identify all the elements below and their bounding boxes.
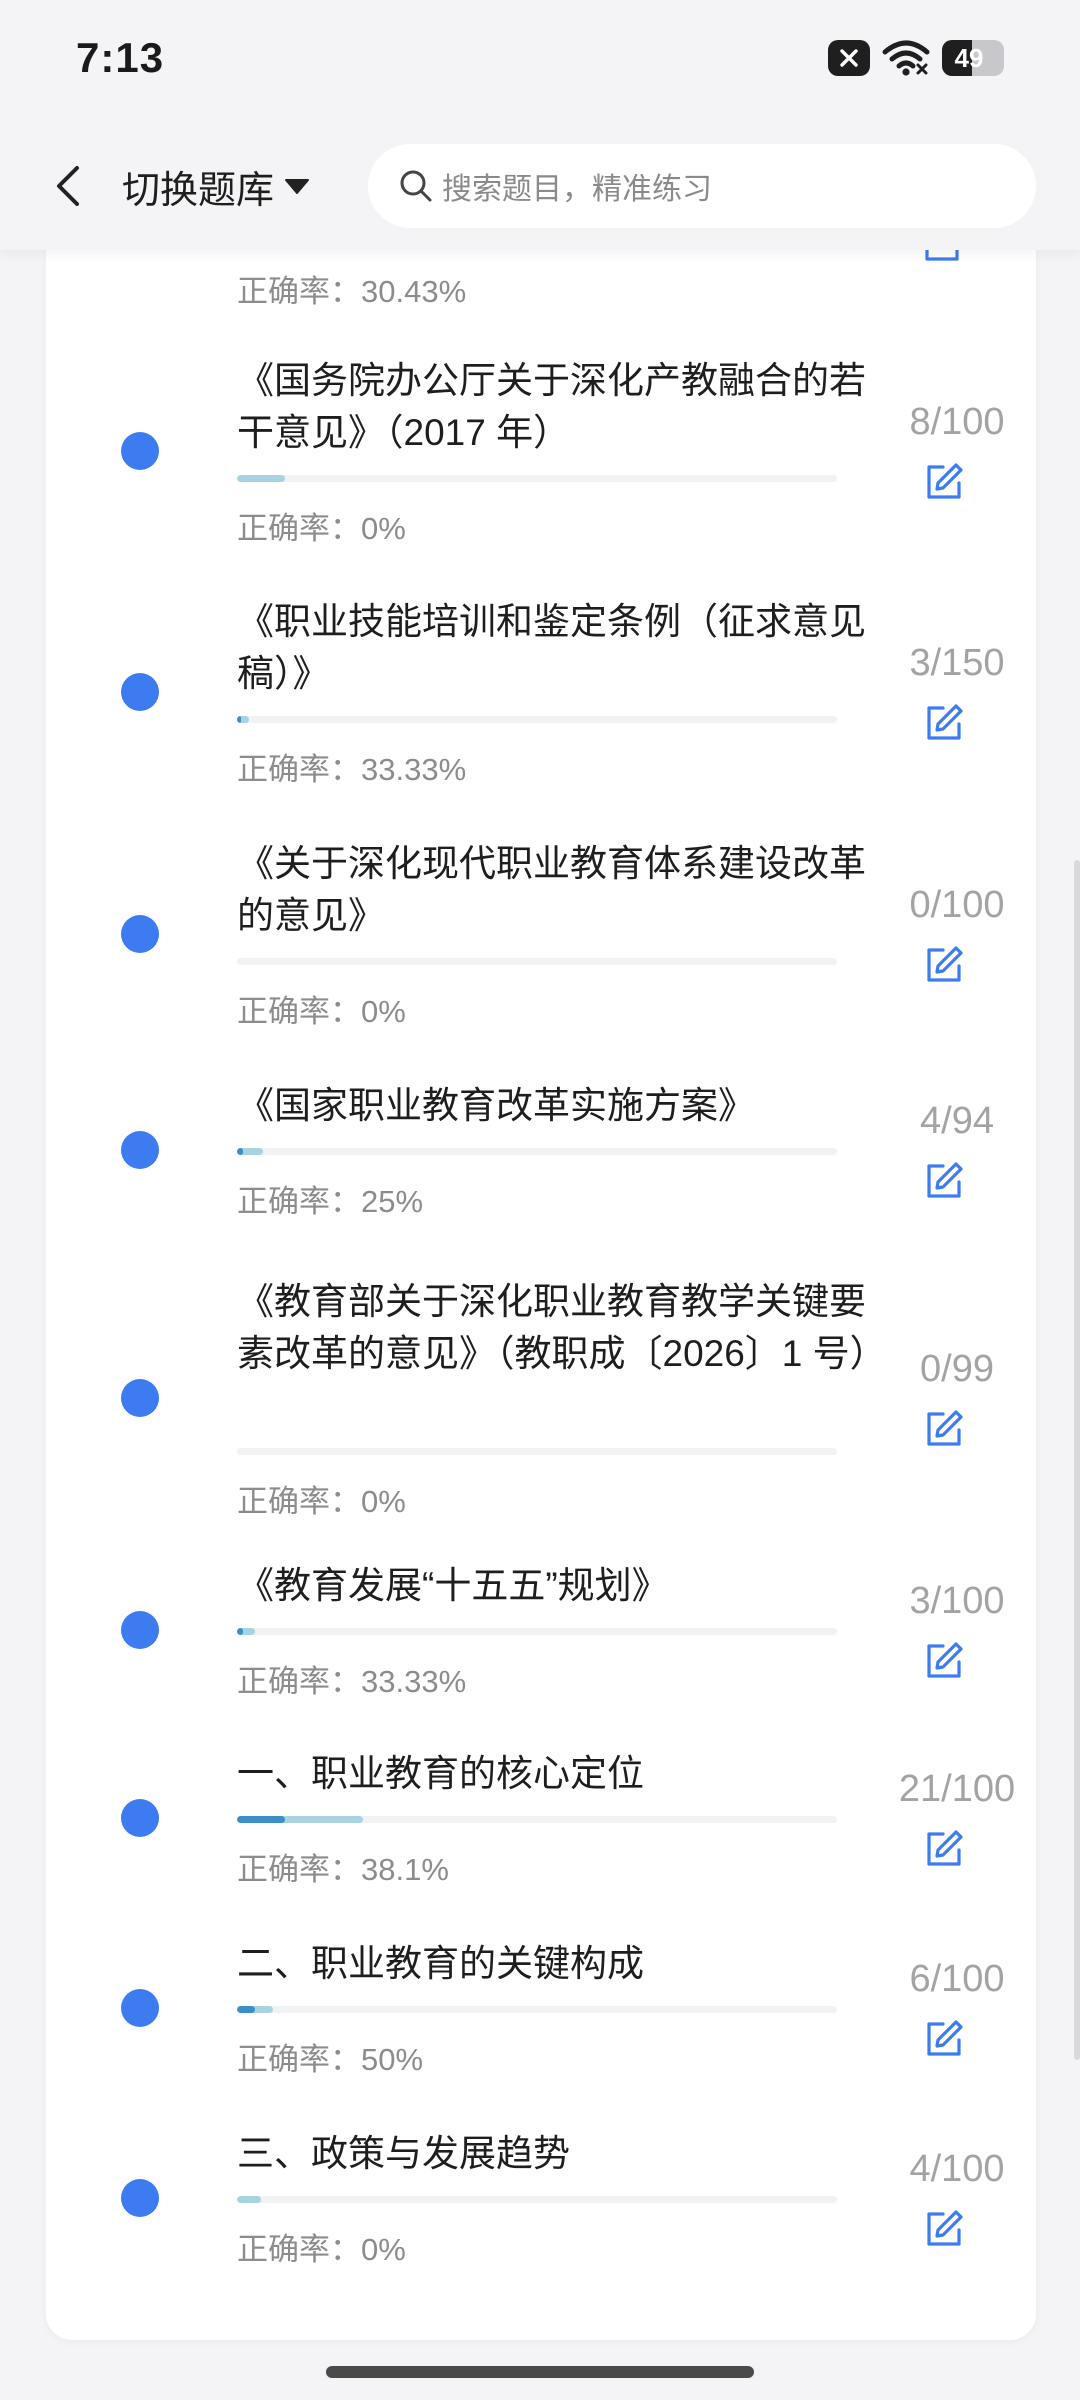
item-progress-bar [237,716,837,723]
item-dot-icon [121,673,159,711]
wifi-icon [882,38,930,78]
item-progress-bar [237,2006,837,2013]
chevron-left-icon [57,166,79,206]
item-count: 6/100 [909,1958,1005,2000]
edit-icon[interactable] [914,1636,974,1686]
item-count: 0/99 [920,1348,994,1390]
item-progress-correct [237,1628,243,1635]
item-accuracy: 正确率：33.33% [237,752,467,787]
list-item[interactable]: 《教育部关于深化职业教育教学关键要素改革的意见》（教职成〔2026〕1 号） 正确… [46,1276,1036,1520]
item-dot-icon [121,1379,159,1417]
item-progress-correct [237,1816,285,1823]
item-accuracy: 正确率：25% [237,1184,424,1219]
item-dot-icon [121,915,159,953]
edit-icon[interactable] [914,2204,974,2254]
search-icon [398,168,434,204]
list-item[interactable]: 《职业技能培训和鉴定条例（征求意见稿）》正确率：33.33% 3/150 [46,596,1036,788]
switch-bank-label: 切换题库 [122,169,275,212]
item-count: 4/100 [909,2148,1005,2190]
item-count: 3/150 [909,642,1005,684]
list-item[interactable]: 《教育发展“十五五”规划》正确率：33.33% 3/100 [46,1560,1036,1700]
item-count: 8/100 [909,401,1005,443]
item-accuracy: 正确率：0% [237,511,406,546]
item-dot-icon [121,1799,159,1837]
list-item-partial[interactable]: 正确率：30.43% [46,240,1036,350]
item-progress-fill [237,2196,261,2203]
item-dot-icon [121,1131,159,1169]
list-item[interactable]: 《国家职业教育改革实施方案》正确率：25% 4/94 [46,1080,1036,1220]
search-input[interactable]: 搜索题目，精准练习 [368,144,1036,228]
item-title: 《国家职业教育改革实施方案》 [237,1085,755,1126]
item-accuracy: 正确率：0% [237,994,406,1029]
notification-close-icon [828,40,870,76]
edit-icon[interactable] [914,1824,974,1874]
item-count: 21/100 [898,1768,1016,1810]
scrollbar[interactable] [1074,860,1080,2060]
edit-icon[interactable] [914,457,974,507]
battery-icon: 49 [942,40,1004,76]
edit-icon[interactable] [914,1404,974,1454]
list-item[interactable]: 三、政策与发展趋势正确率：0% 4/100 [46,2128,1036,2268]
question-bank-list: 正确率：30.43% 《国务院办公厅关于深化产教融合的若干意见》（2017 年）… [46,240,1036,2340]
item-count: 0/100 [909,884,1005,926]
edit-icon[interactable] [914,940,974,990]
item-progress-bar [237,1628,837,1635]
item-accuracy: 正确率：33.33% [237,1664,467,1699]
item-accuracy: 正确率：30.43% [237,274,467,309]
switch-bank-dropdown[interactable]: 切换题库 [122,156,310,216]
item-progress-bar [237,475,837,482]
item-dot-icon [121,432,159,470]
item-title: 《职业技能培训和鉴定条例（征求意见稿）》 [237,601,866,694]
item-dot-icon [121,1611,159,1649]
item-title: 一、职业教育的核心定位 [237,1753,644,1794]
item-accuracy: 正确率：50% [237,2042,424,2077]
item-title: 《教育部关于深化职业教育教学关键要素改革的意见》（教职成〔2026〕1 号） [237,1281,887,1374]
item-accuracy: 正确率：38.1% [237,1852,449,1887]
item-accuracy: 正确率：0% [237,1484,406,1519]
edit-icon[interactable] [914,2014,974,2064]
item-title: 《国务院办公厅关于深化产教融合的若干意见》（2017 年） [237,360,866,453]
caret-down-icon [285,179,310,194]
item-dot-icon [121,1989,159,2027]
home-indicator[interactable] [326,2366,754,2378]
item-title: 二、职业教育的关键构成 [237,1943,644,1984]
status-icons: 49 [828,36,1004,80]
item-progress-correct [237,2006,255,2013]
status-bar: 7:13 49 [0,0,1080,120]
top-toolbar: 切换题库 搜索题目，精准练习 [0,120,1080,250]
item-accuracy: 正确率：0% [237,2232,406,2267]
item-dot-icon [121,2179,159,2217]
list-item[interactable]: 一、职业教育的核心定位正确率：38.1% 21/100 [46,1748,1036,1888]
item-title: 三、政策与发展趋势 [237,2133,570,2174]
item-progress-correct [237,716,241,723]
item-progress-bar [237,1448,837,1455]
item-progress-bar [237,1816,837,1823]
item-progress-fill [237,475,285,482]
list-item[interactable]: 《关于深化现代职业教育体系建设改革的意见》正确率：0% 0/100 [46,838,1036,1030]
list-item[interactable]: 《国务院办公厅关于深化产教融合的若干意见》（2017 年） 正确率：0% 8/100 [46,355,1036,547]
item-progress-bar [237,1148,837,1155]
edit-icon[interactable] [914,1156,974,1206]
item-progress-bar [237,958,837,965]
edit-icon[interactable] [914,698,974,748]
item-title: 《教育发展“十五五”规划》 [237,1565,669,1606]
item-title: 《关于深化现代职业教育体系建设改革的意见》 [237,843,866,936]
item-count: 3/100 [909,1580,1005,1622]
search-placeholder: 搜索题目，精准练习 [442,173,712,206]
item-count: 4/94 [920,1100,994,1142]
battery-percent: 49 [954,42,984,73]
item-progress-bar [237,2196,837,2203]
status-time: 7:13 [76,34,165,81]
back-button[interactable] [40,154,96,218]
list-item[interactable]: 二、职业教育的关键构成正确率：50% 6/100 [46,1938,1036,2078]
